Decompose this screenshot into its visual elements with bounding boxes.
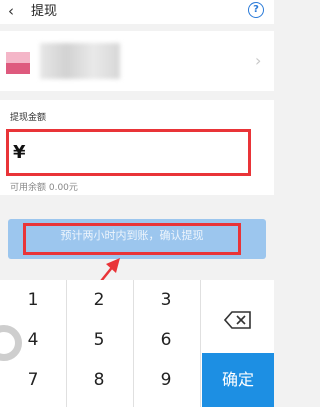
page-title: 提现 (31, 4, 58, 19)
confirm-button[interactable]: 确定 (202, 353, 274, 407)
currency-symbol: ¥ (13, 142, 26, 163)
amount-section: 提现金额 ¥ 可用余额 0.00元 (0, 100, 274, 195)
help-icon[interactable]: ? (248, 2, 264, 18)
key-3[interactable]: 3 (133, 282, 199, 318)
amount-label: 提现金额 (10, 113, 47, 123)
available-balance: 可用余额 0.00元 (10, 183, 78, 193)
key-9[interactable]: 9 (133, 362, 199, 398)
withdraw-area: 预计两小时内到账，确认提现 (0, 214, 274, 264)
amount-input[interactable]: ¥ (6, 129, 251, 176)
key-8[interactable]: 8 (66, 362, 132, 398)
backspace-icon[interactable] (224, 311, 252, 329)
key-7[interactable]: 7 (0, 362, 66, 398)
keypad-divider (200, 280, 201, 407)
back-chevron-icon[interactable]: ‹ (8, 3, 14, 19)
confirm-withdraw-label: 预计两小时内到账，确认提现 (60, 229, 204, 242)
key-5[interactable]: 5 (66, 322, 132, 358)
key-2[interactable]: 2 (66, 282, 132, 318)
key-1[interactable]: 1 (0, 282, 66, 318)
key-6[interactable]: 6 (133, 322, 199, 358)
bank-info-redacted (40, 43, 120, 79)
bank-card-selector[interactable]: › (0, 31, 274, 91)
bank-logo-icon (6, 52, 30, 74)
header: ‹ 提现 ? (0, 0, 274, 24)
chevron-right-icon: › (255, 51, 262, 70)
